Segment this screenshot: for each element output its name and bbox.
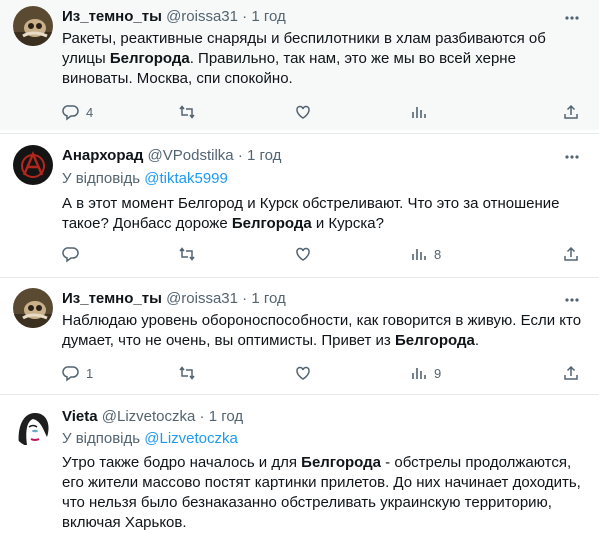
tweet-header: Из_темно_ты @roissa31 · 1 год: [62, 7, 286, 27]
tweet-feed: Из_темно_ты @roissa31 · 1 год Ракеты, ре…: [0, 0, 599, 541]
reply-label: У відповідь: [62, 430, 141, 447]
views-count: 9: [434, 365, 442, 381]
reply-label: У відповідь: [62, 170, 141, 187]
avatar[interactable]: [13, 145, 53, 185]
tweet-text-bold: Белгорода: [109, 50, 190, 67]
share-button[interactable]: [562, 102, 580, 122]
timestamp[interactable]: 1 год: [247, 147, 281, 164]
reply-button[interactable]: 1: [62, 363, 93, 383]
anarchy-avatar-icon: [13, 145, 53, 185]
tweet-text-bold: Белгорода: [301, 454, 382, 471]
tweet[interactable]: Из_темно_ты @roissa31 · 1 год Ракеты, ре…: [0, 0, 599, 130]
like-button[interactable]: [294, 363, 312, 383]
tweet-text: Наблюдаю уровень обороноспособности, как…: [62, 311, 582, 351]
separator-dot: ·: [242, 290, 248, 307]
separator-dot: ·: [242, 8, 248, 25]
tweet-text-part: Утро также бодро началось и для: [62, 454, 302, 471]
tweet-text: А в этот момент Белгород и Курск обстрел…: [62, 194, 582, 234]
tweet-text-part: .: [474, 332, 479, 349]
retweet-icon: [179, 105, 195, 119]
owl-avatar-icon: [13, 288, 53, 328]
views-button[interactable]: [410, 102, 428, 122]
reply-count: 4: [86, 104, 94, 120]
reply-context: У відповідь @Lizvetoczka: [62, 429, 238, 449]
separator-dot: ·: [237, 147, 243, 164]
user-handle[interactable]: @VPodstilka: [148, 147, 234, 164]
tweet-text-part: и Курска?: [311, 215, 384, 232]
views-button[interactable]: 9: [410, 363, 441, 383]
tweet[interactable]: Из_темно_ты @roissa31 · 1 год Наблюдаю у…: [0, 278, 599, 393]
tweet-header: Из_темно_ты @roissa31 · 1 год: [62, 289, 286, 309]
tweet-header: Vieta @Lizvetoczka · 1 год: [62, 407, 243, 427]
tweet-text: Ракеты, реактивные снаряды и беспилотник…: [62, 29, 582, 89]
more-icon[interactable]: [564, 149, 580, 165]
separator-dot: ·: [199, 408, 205, 425]
like-button[interactable]: [294, 102, 312, 122]
reply-icon: [62, 247, 79, 263]
reply-icon: [62, 105, 79, 121]
reply-button[interactable]: [62, 244, 80, 264]
views-button[interactable]: 8: [410, 244, 441, 264]
tweet-actions: 4: [62, 102, 582, 122]
like-icon: [296, 366, 310, 380]
display-name[interactable]: Анархорад: [62, 147, 143, 164]
share-button[interactable]: [562, 363, 580, 383]
views-icon: [412, 107, 426, 118]
tweet[interactable]: Vieta @Lizvetoczka · 1 год У відповідь @…: [0, 395, 599, 541]
views-count: 8: [434, 246, 442, 262]
tweet-text: Утро также бодро началось и для Белгород…: [62, 453, 582, 533]
reply-to-handle[interactable]: @tiktak5999: [144, 170, 228, 187]
tweet-actions: 1 9: [62, 363, 582, 383]
timestamp[interactable]: 1 год: [251, 8, 285, 25]
share-icon: [564, 365, 578, 380]
like-icon: [296, 105, 310, 119]
timestamp[interactable]: 1 год: [209, 408, 243, 425]
reply-button[interactable]: 4: [62, 102, 93, 122]
face-avatar-icon: [13, 407, 53, 447]
user-handle[interactable]: @Lizvetoczka: [102, 408, 196, 425]
views-icon: [412, 368, 426, 379]
tweet-text-bold: Белгорода: [394, 332, 475, 349]
avatar[interactable]: [13, 288, 53, 328]
user-handle[interactable]: @roissa31: [166, 8, 238, 25]
like-icon: [296, 247, 310, 261]
display-name[interactable]: Из_темно_ты: [62, 8, 162, 25]
owl-avatar-icon: [13, 6, 53, 46]
share-icon: [564, 246, 578, 261]
user-handle[interactable]: @roissa31: [166, 290, 238, 307]
tweet-text-bold: Белгорода: [231, 215, 312, 232]
share-icon: [564, 104, 578, 119]
display-name[interactable]: Vieta: [62, 408, 98, 425]
like-button[interactable]: [294, 244, 312, 264]
reply-icon: [62, 366, 79, 382]
reply-count: 1: [86, 365, 94, 381]
tweet-actions: 8: [62, 244, 582, 264]
display-name[interactable]: Из_темно_ты: [62, 290, 162, 307]
avatar[interactable]: [13, 6, 53, 46]
retweet-icon: [179, 366, 195, 380]
timestamp[interactable]: 1 год: [251, 290, 285, 307]
retweet-button[interactable]: [178, 102, 196, 122]
more-icon[interactable]: [564, 292, 580, 308]
tweet-header: Анархорад @VPodstilka · 1 год: [62, 146, 281, 166]
retweet-button[interactable]: [178, 244, 196, 264]
tweet[interactable]: Анархорад @VPodstilka · 1 год У відповід…: [0, 134, 599, 277]
retweet-icon: [179, 247, 195, 261]
retweet-button[interactable]: [178, 363, 196, 383]
views-icon: [412, 249, 426, 260]
reply-context: У відповідь @tiktak5999: [62, 169, 228, 189]
tweet-text-part: Наблюдаю уровень обороноспособности, как…: [62, 312, 582, 349]
avatar[interactable]: [13, 407, 53, 447]
share-button[interactable]: [562, 244, 580, 264]
reply-to-handle[interactable]: @Lizvetoczka: [144, 430, 238, 447]
more-icon[interactable]: [564, 10, 580, 26]
